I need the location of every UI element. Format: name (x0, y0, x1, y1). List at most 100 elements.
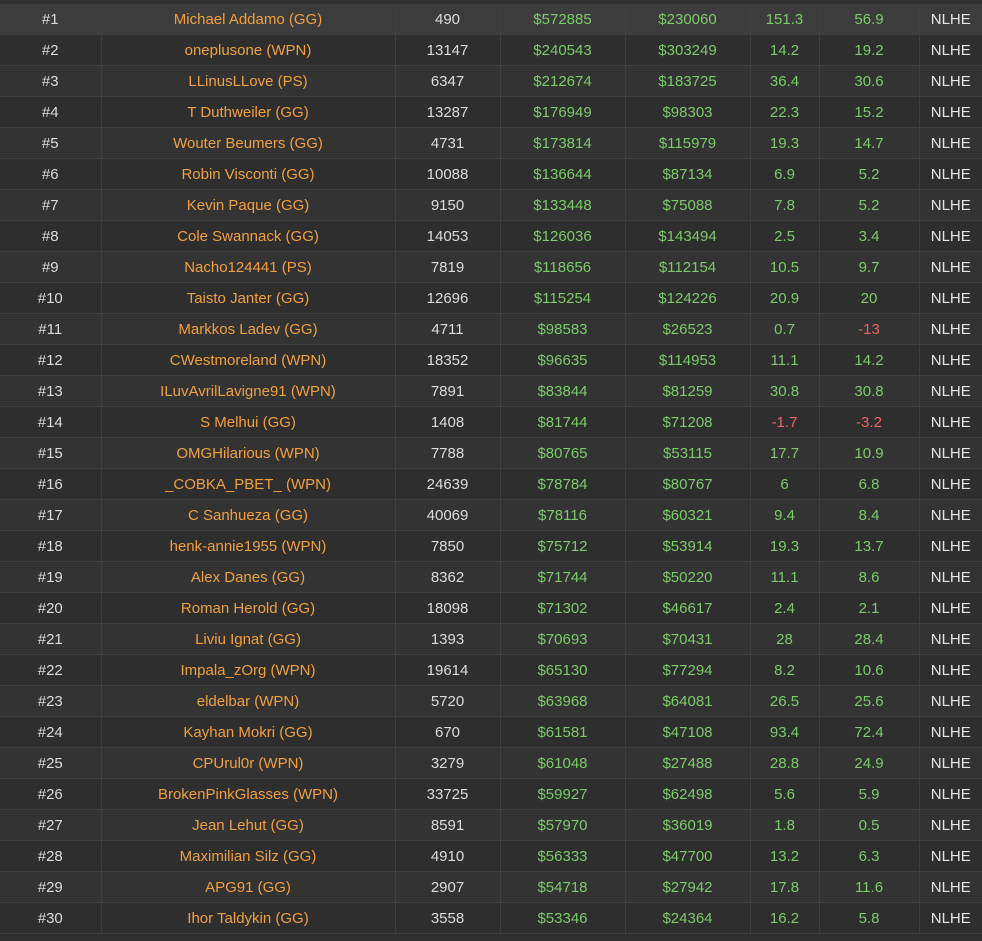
table-row: #9 Nacho124441 (PS) 7819 $118656 $112154 10.5… (0, 251, 982, 283)
hands-cell: 24639 (395, 468, 501, 500)
player-link[interactable]: henk-annie1955 (WPN) (101, 530, 396, 562)
game-type-cell: NLHE (919, 220, 982, 252)
rank-cell: #14 (0, 406, 102, 438)
player-link[interactable]: oneplusone (WPN) (101, 34, 396, 66)
player-link[interactable]: Kayhan Mokri (GG) (101, 716, 396, 748)
player-link[interactable]: CWestmoreland (WPN) (101, 344, 396, 376)
amount-b-cell: $26523 (625, 313, 751, 345)
stat-2-cell: 5.9 (819, 778, 920, 810)
stat-1-cell: 6.9 (750, 158, 820, 190)
amount-b-cell: $115979 (625, 127, 751, 159)
hands-cell: 13287 (395, 96, 501, 128)
hands-cell: 14053 (395, 220, 501, 252)
table-row: #11 Markkos Ladev (GG) 4711 $98583 $26523 0.7… (0, 313, 982, 345)
amount-b-cell: $303249 (625, 34, 751, 66)
stat-2-cell: 14.7 (819, 127, 920, 159)
player-link[interactable]: LLinusLLove (PS) (101, 65, 396, 97)
hands-cell: 7850 (395, 530, 501, 562)
stat-1-cell: 28.8 (750, 747, 820, 779)
amount-a-cell: $83844 (500, 375, 626, 407)
stat-1-cell: 9.4 (750, 499, 820, 531)
stat-2-cell: 3.4 (819, 220, 920, 252)
player-link[interactable]: ILuvAvrilLavigne91 (WPN) (101, 375, 396, 407)
amount-b-cell: $71208 (625, 406, 751, 438)
amount-a-cell: $98583 (500, 313, 626, 345)
amount-b-cell: $47108 (625, 716, 751, 748)
table-row: #6 Robin Visconti (GG) 10088 $136644 $87134 6… (0, 158, 982, 190)
rank-cell: #5 (0, 127, 102, 159)
table-row: #15 OMGHilarious (WPN) 7788 $80765 $53115 17.… (0, 437, 982, 469)
player-link[interactable]: CPUrul0r (WPN) (101, 747, 396, 779)
player-link[interactable]: Impala_zOrg (WPN) (101, 654, 396, 686)
amount-a-cell: $57970 (500, 809, 626, 841)
game-type-cell: NLHE (919, 685, 982, 717)
player-link[interactable]: APG91 (GG) (101, 871, 396, 903)
player-link[interactable]: Cole Swannack (GG) (101, 220, 396, 252)
stat-1-cell: 28 (750, 623, 820, 655)
player-link[interactable]: Alex Danes (GG) (101, 561, 396, 593)
stat-1-cell: 19.3 (750, 530, 820, 562)
game-type-cell: NLHE (919, 251, 982, 283)
game-type-cell: NLHE (919, 96, 982, 128)
rank-cell: #19 (0, 561, 102, 593)
player-link[interactable]: eldelbar (WPN) (101, 685, 396, 717)
stat-2-cell: 24.9 (819, 747, 920, 779)
table-row: #4 T Duthweiler (GG) 13287 $176949 $98303 22.… (0, 96, 982, 128)
hands-cell: 8362 (395, 561, 501, 593)
amount-b-cell: $62498 (625, 778, 751, 810)
game-type-cell: NLHE (919, 716, 982, 748)
table-row: #1 Michael Addamo (GG) 490 $572885 $230060 15… (0, 4, 982, 35)
hands-cell: 4910 (395, 840, 501, 872)
game-type-cell: NLHE (919, 623, 982, 655)
stat-2-cell: 2.1 (819, 592, 920, 624)
player-link[interactable]: Nacho124441 (PS) (101, 251, 396, 283)
player-link[interactable]: Robin Visconti (GG) (101, 158, 396, 190)
rank-cell: #8 (0, 220, 102, 252)
player-link[interactable]: T Duthweiler (GG) (101, 96, 396, 128)
stat-2-cell: 11.6 (819, 871, 920, 903)
amount-a-cell: $53346 (500, 902, 626, 934)
player-link[interactable]: Jean Lehut (GG) (101, 809, 396, 841)
amount-a-cell: $115254 (500, 282, 626, 314)
amount-b-cell: $60321 (625, 499, 751, 531)
hands-cell: 8591 (395, 809, 501, 841)
player-link[interactable]: Taisto Janter (GG) (101, 282, 396, 314)
player-link[interactable]: Roman Herold (GG) (101, 592, 396, 624)
player-link[interactable]: BrokenPinkGlasses (WPN) (101, 778, 396, 810)
rank-cell: #28 (0, 840, 102, 872)
stat-2-cell: 72.4 (819, 716, 920, 748)
hands-cell: 490 (395, 4, 501, 35)
leaderboard-body: #1 Michael Addamo (GG) 490 $572885 $230060 15… (0, 4, 982, 934)
stat-1-cell: 1.8 (750, 809, 820, 841)
hands-cell: 19614 (395, 654, 501, 686)
stat-1-cell: 20.9 (750, 282, 820, 314)
amount-b-cell: $143494 (625, 220, 751, 252)
stat-1-cell: 0.7 (750, 313, 820, 345)
stat-1-cell: 10.5 (750, 251, 820, 283)
amount-a-cell: $176949 (500, 96, 626, 128)
player-link[interactable]: OMGHilarious (WPN) (101, 437, 396, 469)
stat-1-cell: 19.3 (750, 127, 820, 159)
player-link[interactable]: Maximilian Silz (GG) (101, 840, 396, 872)
game-type-cell: NLHE (919, 34, 982, 66)
player-link[interactable]: Kevin Paque (GG) (101, 189, 396, 221)
stat-2-cell: 0.5 (819, 809, 920, 841)
hands-cell: 670 (395, 716, 501, 748)
rank-cell: #7 (0, 189, 102, 221)
player-link[interactable]: C Sanhueza (GG) (101, 499, 396, 531)
table-row: #14 S Melhui (GG) 1408 $81744 $71208 -1.7 -3.2… (0, 406, 982, 438)
stat-1-cell: 93.4 (750, 716, 820, 748)
table-row: #25 CPUrul0r (WPN) 3279 $61048 $27488 28.8 24.… (0, 747, 982, 779)
player-link[interactable]: Ihor Taldykin (GG) (101, 902, 396, 934)
stat-1-cell: 17.8 (750, 871, 820, 903)
player-link[interactable]: S Melhui (GG) (101, 406, 396, 438)
player-link[interactable]: Liviu Ignat (GG) (101, 623, 396, 655)
player-link[interactable]: Michael Addamo (GG) (101, 4, 396, 35)
amount-b-cell: $80767 (625, 468, 751, 500)
stat-2-cell: 13.7 (819, 530, 920, 562)
player-link[interactable]: _COBKA_PBET_ (WPN) (101, 468, 396, 500)
stat-1-cell: 2.5 (750, 220, 820, 252)
player-link[interactable]: Wouter Beumers (GG) (101, 127, 396, 159)
amount-b-cell: $87134 (625, 158, 751, 190)
player-link[interactable]: Markkos Ladev (GG) (101, 313, 396, 345)
